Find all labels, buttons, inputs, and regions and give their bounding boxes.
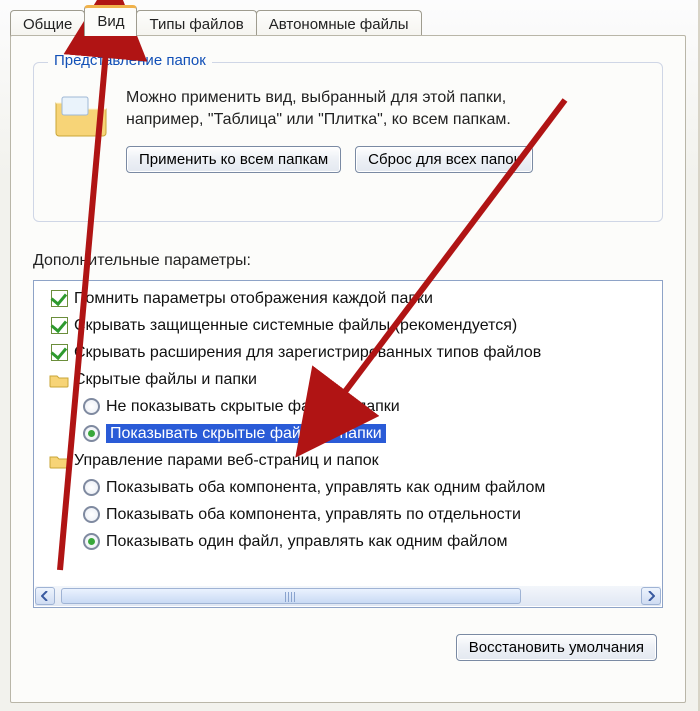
selected-label: Показывать скрытые файлы и папки bbox=[106, 424, 386, 443]
radio-icon[interactable] bbox=[83, 506, 100, 523]
tab-label: Типы файлов bbox=[149, 16, 243, 33]
button-label: Восстановить умолчания bbox=[469, 639, 644, 656]
tree-item-label: Показывать оба компонента, управлять по … bbox=[102, 506, 521, 524]
folder-icon bbox=[49, 453, 69, 469]
tree-item-label: Управление парами веб-страниц и папок bbox=[70, 452, 379, 470]
group-title: Представление папок bbox=[48, 52, 212, 69]
group-text-line1: Можно применить вид, выбранный для этой … bbox=[126, 87, 533, 109]
checkbox-icon[interactable] bbox=[51, 290, 68, 307]
radio-icon[interactable] bbox=[83, 398, 100, 415]
folder-views-group: Представление папок Можно применить вид,… bbox=[33, 62, 663, 222]
chevron-right-icon bbox=[647, 591, 655, 601]
scroll-right-button[interactable] bbox=[641, 587, 661, 605]
group-body: Можно применить вид, выбранный для этой … bbox=[34, 63, 662, 187]
tree-item-dont-show-hidden[interactable]: Не показывать скрытые файлы и папки bbox=[36, 393, 660, 420]
scrollbar-thumb[interactable] bbox=[61, 588, 521, 604]
tree-item-hide-protected[interactable]: Скрывать защищенные системные файлы (рек… bbox=[36, 312, 660, 339]
tab-view[interactable]: Вид bbox=[84, 5, 137, 36]
apply-to-all-button[interactable]: Применить ко всем папкам bbox=[126, 146, 341, 173]
tree-item-remember-view[interactable]: Помнить параметры отображения каждой пап… bbox=[36, 285, 660, 312]
tab-panel-view: Представление папок Можно применить вид,… bbox=[10, 35, 686, 703]
reset-all-button[interactable]: Сброс для всех папок bbox=[355, 146, 533, 173]
tree-item-pair-separate[interactable]: Показывать оба компонента, управлять по … bbox=[36, 501, 660, 528]
tree-item-label: Помнить параметры отображения каждой пап… bbox=[70, 290, 433, 308]
restore-defaults-button[interactable]: Восстановить умолчания bbox=[456, 634, 657, 661]
button-label: Применить ко всем папкам bbox=[139, 151, 328, 168]
tree-item-label: Показывать скрытые файлы и папки bbox=[102, 425, 386, 443]
tree-group-hidden-files[interactable]: Скрытые файлы и папки bbox=[36, 366, 660, 393]
folder-options-dialog: Общие Вид Типы файлов Автономные файлы П… bbox=[0, 0, 700, 711]
radio-icon[interactable] bbox=[83, 479, 100, 496]
checkbox-icon[interactable] bbox=[51, 344, 68, 361]
checkbox-icon[interactable] bbox=[51, 317, 68, 334]
advanced-settings-label: Дополнительные параметры: bbox=[33, 252, 251, 270]
group-text-line2: например, "Таблица" или "Плитка", ко все… bbox=[126, 109, 533, 131]
folder-icon bbox=[49, 372, 69, 388]
tree-item-label: Скрытые файлы и папки bbox=[70, 371, 257, 389]
tab-strip: Общие Вид Типы файлов Автономные файлы bbox=[10, 4, 422, 36]
tree-item-label: Не показывать скрытые файлы и папки bbox=[102, 398, 400, 416]
restore-defaults-container: Восстановить умолчания bbox=[456, 634, 657, 661]
tree-inner: Помнить параметры отображения каждой пап… bbox=[34, 281, 662, 559]
advanced-settings-tree[interactable]: Помнить параметры отображения каждой пап… bbox=[33, 280, 663, 608]
tab-general[interactable]: Общие bbox=[10, 10, 85, 37]
folder-icon bbox=[52, 91, 110, 139]
tree-item-label: Скрывать расширения для зарегистрированн… bbox=[70, 344, 541, 362]
tab-label: Общие bbox=[23, 16, 72, 33]
scroll-left-button[interactable] bbox=[35, 587, 55, 605]
tree-item-label: Показывать один файл, управлять как одни… bbox=[102, 533, 508, 551]
group-buttons: Применить ко всем папкам Сброс для всех … bbox=[126, 146, 533, 173]
tree-item-show-hidden[interactable]: Показывать скрытые файлы и папки bbox=[36, 420, 660, 447]
group-content: Можно применить вид, выбранный для этой … bbox=[126, 87, 533, 173]
tree-item-single-file[interactable]: Показывать один файл, управлять как одни… bbox=[36, 528, 660, 555]
tree-group-web-pairs[interactable]: Управление парами веб-страниц и папок bbox=[36, 447, 660, 474]
radio-icon[interactable] bbox=[83, 533, 100, 550]
radio-icon[interactable] bbox=[83, 425, 100, 442]
tree-item-label: Скрывать защищенные системные файлы (рек… bbox=[70, 317, 517, 335]
tree-item-hide-extensions[interactable]: Скрывать расширения для зарегистрированн… bbox=[36, 339, 660, 366]
tree-item-label: Показывать оба компонента, управлять как… bbox=[102, 479, 545, 497]
button-label: Сброс для всех папок bbox=[368, 151, 520, 168]
horizontal-scrollbar[interactable] bbox=[35, 586, 661, 606]
tree-item-pair-as-one[interactable]: Показывать оба компонента, управлять как… bbox=[36, 474, 660, 501]
tab-offline[interactable]: Автономные файлы bbox=[256, 10, 422, 37]
tab-filetypes[interactable]: Типы файлов bbox=[136, 10, 256, 37]
tab-label: Автономные файлы bbox=[269, 16, 409, 33]
chevron-left-icon bbox=[41, 591, 49, 601]
tab-label: Вид bbox=[97, 13, 124, 30]
